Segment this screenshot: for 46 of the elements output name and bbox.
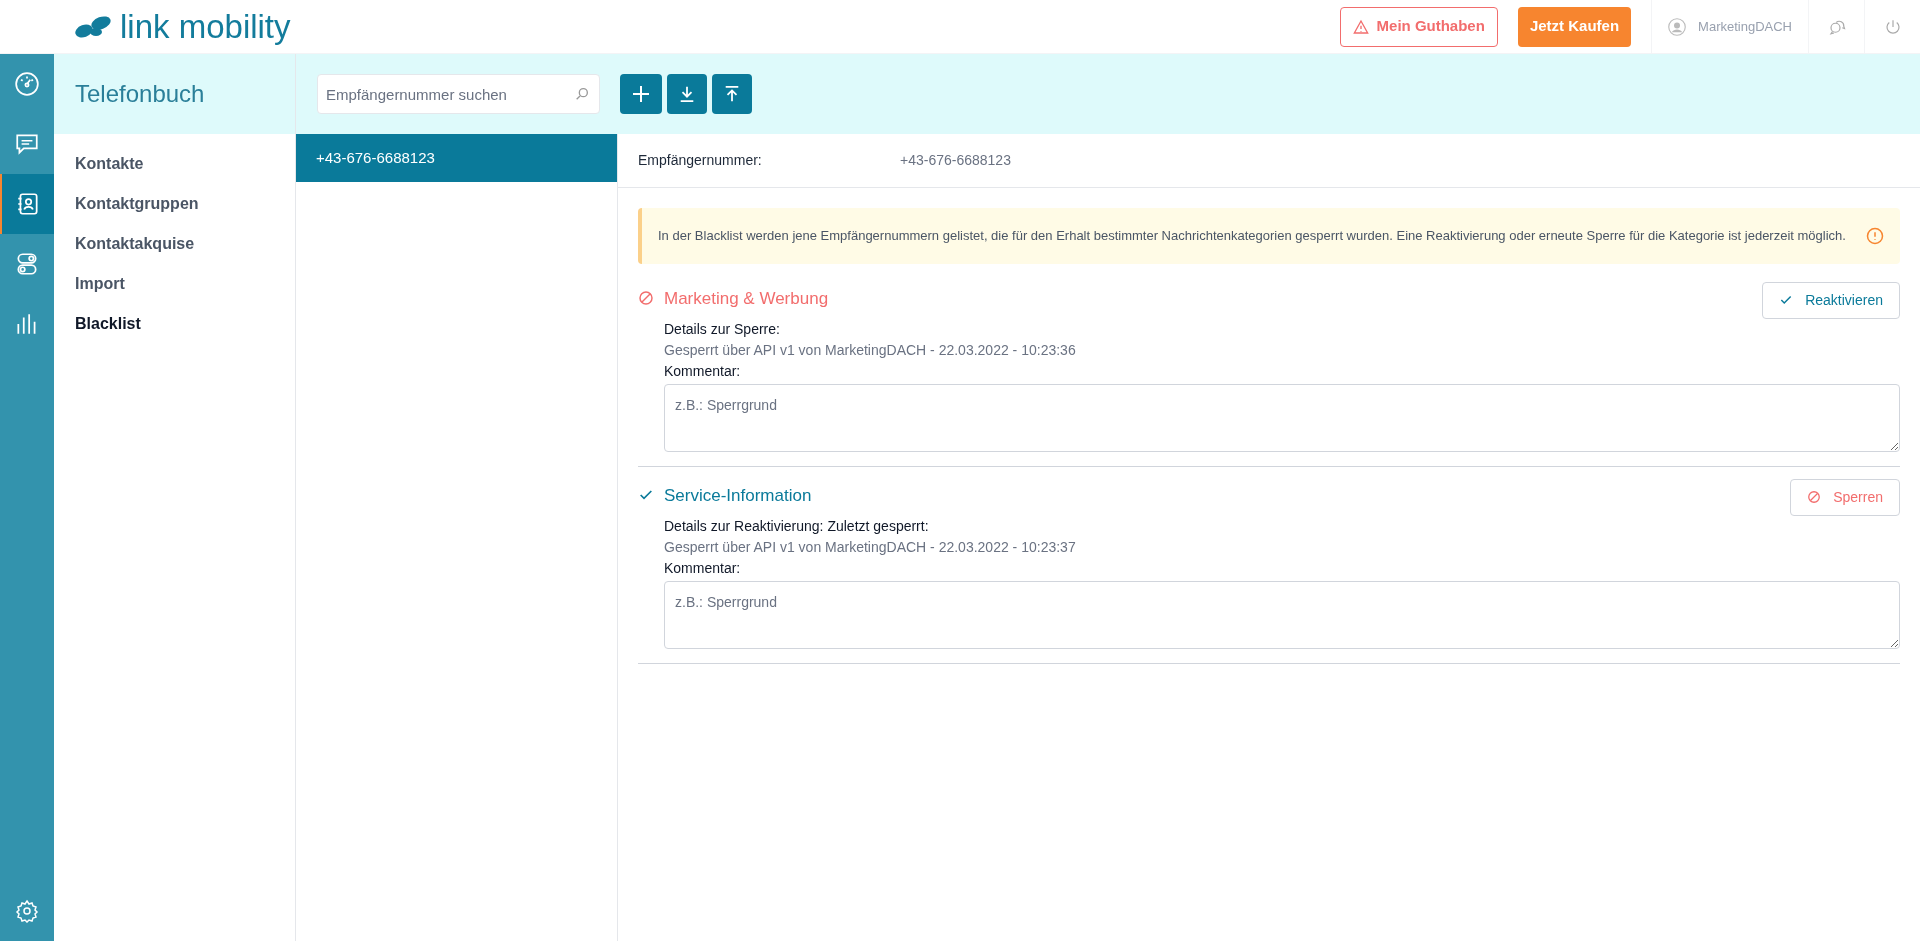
nav-item[interactable]: Kontaktgruppen xyxy=(54,184,295,224)
add-button[interactable] xyxy=(620,74,662,114)
plus-icon xyxy=(631,84,651,104)
comment-label: Kommentar: xyxy=(664,361,742,381)
nav-item[interactable]: Kontaktakquise xyxy=(54,224,295,264)
details-text: Gesperrt über API v1 von MarketingDACH - 22.03.2022 - 10:23:36 xyxy=(664,340,1077,360)
check-icon xyxy=(1779,293,1794,307)
category-title: Service-Information xyxy=(664,484,812,507)
field-label: Empfängernummer: xyxy=(638,151,763,170)
comment-field[interactable]: z.B.: Sperrgrund xyxy=(664,383,1900,452)
number-list-item[interactable]: +43-676-6688123 xyxy=(296,134,617,182)
reactivate-button[interactable]: Reaktivieren xyxy=(1762,281,1900,319)
download-icon xyxy=(678,85,696,103)
power-icon[interactable] xyxy=(1883,17,1902,36)
category-title: Marketing & Werbung xyxy=(664,287,829,310)
logo-text: link mobility xyxy=(120,10,291,43)
search-icon xyxy=(574,86,590,102)
details-text: Gesperrt über API v1 von MarketingDACH - 22.03.2022 - 10:23:37 xyxy=(664,537,1077,557)
block-button[interactable]: Sperren xyxy=(1790,478,1900,516)
balance-button[interactable]: Mein Guthaben xyxy=(1339,6,1498,47)
comment-field[interactable]: z.B.: Sperrgrund xyxy=(664,580,1900,649)
chat-icon xyxy=(14,131,40,157)
blocked-icon xyxy=(638,290,654,307)
toggle-icon xyxy=(14,251,40,277)
field-value: +43-676-6688123 xyxy=(900,151,1011,170)
nav-item[interactable]: Blacklist xyxy=(54,304,295,344)
user-avatar-icon xyxy=(1668,17,1687,36)
details-label: Details zur Sperre: xyxy=(664,319,781,339)
warning-icon xyxy=(1352,18,1369,35)
alert-icon xyxy=(1866,226,1884,245)
upload-button[interactable] xyxy=(712,74,752,114)
logo-icon xyxy=(74,14,112,39)
user-name[interactable]: MarketingDACH xyxy=(1698,16,1792,37)
section-title: Telefonbuch xyxy=(75,79,205,109)
upload-icon xyxy=(723,85,741,103)
contact-book-icon xyxy=(15,191,41,217)
blocked-icon xyxy=(1807,490,1822,504)
download-button[interactable] xyxy=(667,74,707,114)
gauge-icon xyxy=(14,71,40,97)
info-text: In der Blacklist werden jene Empfängernummern gelistet, die für den Erhalt bestimmter Nachrichtenkategorien gesperrt wurden. Eine Reaktivierung oder erneute Sperre für die Kategorie ist jederzeit möglich. xyxy=(658,227,1847,245)
nav-item[interactable]: Kontakte xyxy=(54,144,295,184)
search-field[interactable]: Empfängernummer suchen xyxy=(317,74,600,114)
comment-label: Kommentar: xyxy=(664,558,742,578)
nav-item[interactable]: Import xyxy=(54,264,295,304)
settings-icon[interactable] xyxy=(15,899,39,923)
details-label: Details zur Reaktivierung: Zuletzt gesperrt: xyxy=(664,516,930,536)
